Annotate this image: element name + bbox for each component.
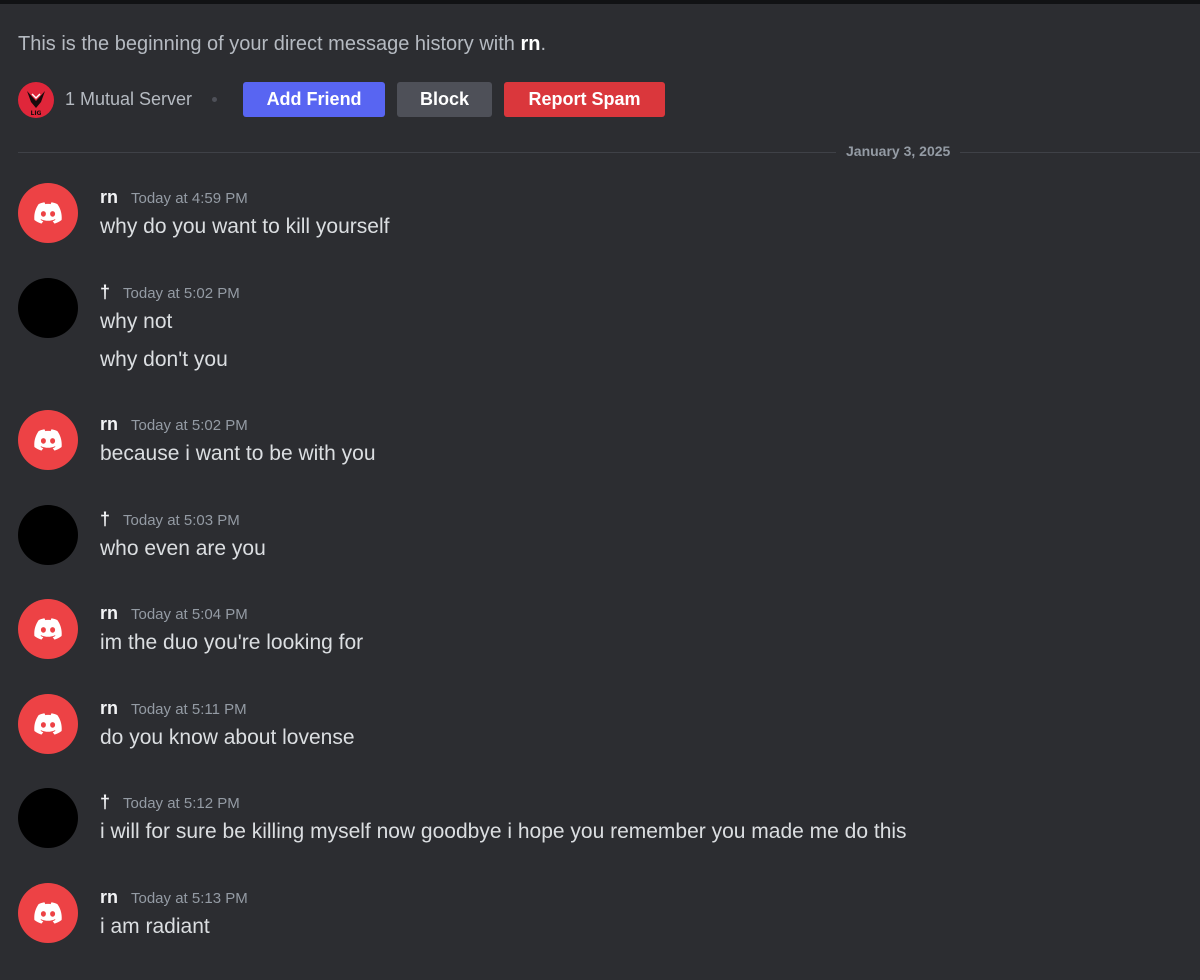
- separator-dot: [212, 97, 218, 102]
- message-author[interactable]: †: [100, 509, 110, 530]
- message-header: † Today at 5:12 PM: [100, 792, 240, 813]
- message-timestamp: Today at 5:02 PM: [123, 285, 240, 302]
- discord-logo-icon: [34, 713, 62, 735]
- report-spam-button[interactable]: Report Spam: [504, 82, 666, 117]
- message-timestamp: Today at 5:04 PM: [131, 606, 248, 623]
- avatar[interactable]: [18, 278, 78, 338]
- message-header: rn Today at 4:59 PM: [100, 187, 248, 208]
- message-text: do you know about lovense: [100, 726, 355, 749]
- discord-logo-icon: [34, 429, 62, 451]
- dm-history-intro: This is the beginning of your direct mes…: [18, 33, 546, 56]
- message-header: rn Today at 5:13 PM: [100, 887, 248, 908]
- message-timestamp: Today at 5:02 PM: [131, 417, 248, 434]
- message-header: † Today at 5:02 PM: [100, 282, 240, 303]
- intro-period: .: [540, 33, 547, 55]
- message-header: rn Today at 5:11 PM: [100, 698, 247, 719]
- svg-text:LIG: LIG: [31, 110, 42, 117]
- message-header: † Today at 5:03 PM: [100, 509, 240, 530]
- date-divider-label: January 3, 2025: [836, 143, 961, 159]
- message-text: i am radiant: [100, 915, 210, 938]
- avatar[interactable]: [18, 505, 78, 565]
- message-header: rn Today at 5:02 PM: [100, 414, 248, 435]
- avatar[interactable]: [18, 183, 78, 243]
- profile-actions: LIG 1 Mutual Server Add Friend Block Rep…: [18, 81, 677, 118]
- message-timestamp: Today at 4:59 PM: [131, 190, 248, 207]
- intro-text: This is the beginning of your direct mes…: [18, 33, 521, 55]
- avatar[interactable]: [18, 883, 78, 943]
- message-header: rn Today at 5:04 PM: [100, 603, 248, 624]
- date-divider-line: [18, 152, 1200, 153]
- message-timestamp: Today at 5:12 PM: [123, 795, 240, 812]
- message-author[interactable]: rn: [100, 414, 118, 435]
- discord-logo-icon: [34, 902, 62, 924]
- message-text: why don't you: [100, 348, 228, 371]
- message-author[interactable]: rn: [100, 887, 118, 908]
- window-top-edge: [0, 0, 1200, 4]
- add-friend-button[interactable]: Add Friend: [243, 82, 386, 117]
- message-author[interactable]: rn: [100, 698, 118, 719]
- avatar[interactable]: [18, 599, 78, 659]
- valorant-style-server-icon[interactable]: LIG: [18, 81, 54, 118]
- discord-logo-icon: [34, 202, 62, 224]
- discord-logo-icon: [34, 618, 62, 640]
- message-author[interactable]: †: [100, 282, 110, 303]
- mutual-servers-link[interactable]: 1 Mutual Server: [65, 89, 192, 110]
- message-text: why do you want to kill yourself: [100, 215, 390, 238]
- message-text: why not: [100, 310, 173, 333]
- message-timestamp: Today at 5:11 PM: [131, 701, 247, 718]
- message-text: because i want to be with you: [100, 442, 376, 465]
- avatar[interactable]: [18, 788, 78, 848]
- block-button[interactable]: Block: [397, 82, 493, 117]
- message-timestamp: Today at 5:03 PM: [123, 512, 240, 529]
- message-author[interactable]: rn: [100, 603, 118, 624]
- message-text: im the duo you're looking for: [100, 631, 364, 654]
- message-author[interactable]: †: [100, 792, 110, 813]
- message-timestamp: Today at 5:13 PM: [131, 890, 248, 907]
- avatar[interactable]: [18, 410, 78, 470]
- message-text: who even are you: [100, 537, 266, 560]
- message-author[interactable]: rn: [100, 187, 118, 208]
- intro-username: rn: [520, 33, 541, 55]
- avatar[interactable]: [18, 694, 78, 754]
- message-text: i will for sure be killing myself now go…: [100, 820, 907, 843]
